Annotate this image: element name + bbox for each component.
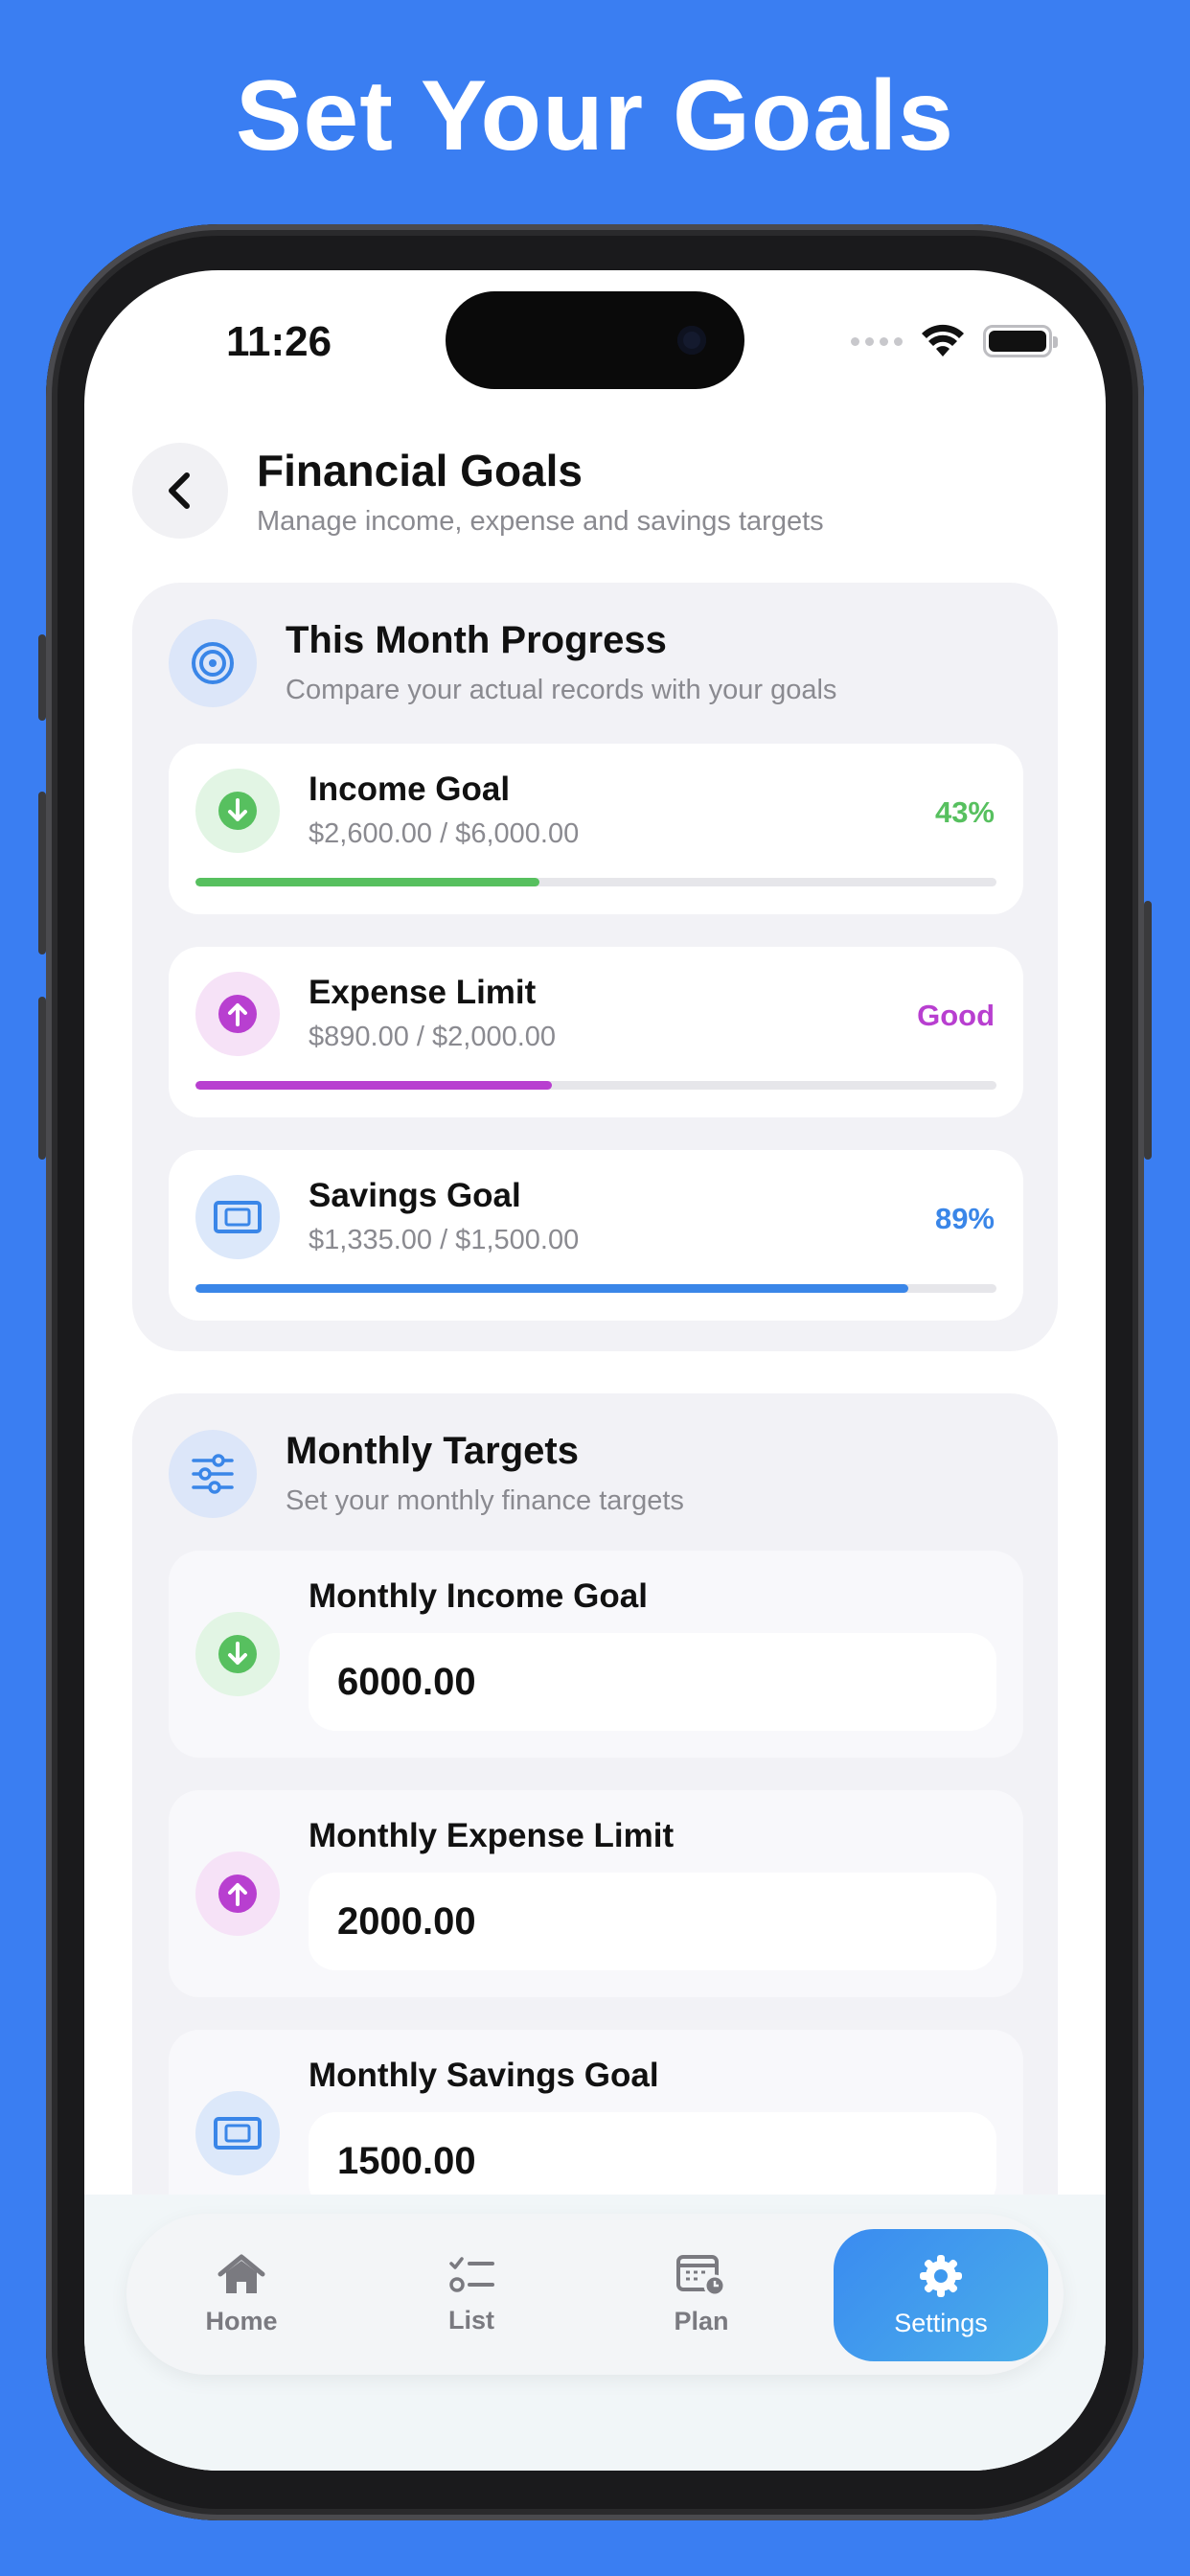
- income-arrow-down-icon: [195, 769, 280, 853]
- progress-bar-fill: [195, 878, 540, 886]
- target-icon: [169, 619, 257, 707]
- tab-home[interactable]: Home: [126, 2214, 356, 2375]
- back-button[interactable]: [132, 443, 228, 539]
- progress-item-savings: Savings Goal $1,335.00 / $1,500.00 89%: [169, 1150, 1023, 1321]
- progress-bar: [195, 878, 996, 886]
- progress-item-income: Income Goal $2,600.00 / $6,000.00 43%: [169, 744, 1023, 914]
- progress-item-status: Good: [917, 999, 995, 1032]
- tab-label: Settings: [894, 2308, 988, 2337]
- chevron-left-icon: [169, 472, 190, 509]
- tab-bar: Home List Plan Settings: [126, 2214, 1064, 2375]
- expense-arrow-up-icon: [195, 972, 280, 1056]
- progress-item-expense: Expense Limit $890.00 / $2,000.00 Good: [169, 947, 1023, 1117]
- progress-section: This Month Progress Compare your actual …: [132, 583, 1058, 1351]
- target-expense: Monthly Expense Limit: [169, 1790, 1023, 1997]
- tab-bar-area: Home List Plan Settings: [84, 2195, 1106, 2471]
- progress-bar-fill: [195, 1081, 553, 1090]
- target-label: Monthly Expense Limit: [309, 1817, 675, 1854]
- target-income: Monthly Income Goal: [169, 1551, 1023, 1758]
- tab-label: Plan: [674, 2306, 729, 2335]
- status-time: 11:26: [226, 318, 332, 365]
- volume-up-button: [38, 792, 46, 954]
- progress-bar: [195, 1081, 996, 1090]
- progress-item-name: Expense Limit: [309, 974, 537, 1011]
- tab-list[interactable]: List: [356, 2214, 586, 2375]
- gear-icon: [920, 2254, 962, 2297]
- target-label: Monthly Income Goal: [309, 1577, 648, 1615]
- checklist-icon: [449, 2256, 494, 2292]
- progress-bar-fill: [195, 1284, 909, 1293]
- progress-bar: [195, 1284, 996, 1293]
- targets-section: Monthly Targets Set your monthly finance…: [132, 1393, 1058, 2256]
- target-label: Monthly Savings Goal: [309, 2057, 659, 2094]
- cellular-signal-icon: [851, 336, 903, 346]
- banknote-icon: [195, 1175, 280, 1259]
- progress-item-name: Savings Goal: [309, 1177, 521, 1214]
- progress-item-name: Income Goal: [309, 770, 511, 808]
- progress-item-amount: $890.00 / $2,000.00: [309, 1022, 557, 1052]
- page-subtitle: Manage income, expense and savings targe…: [257, 506, 824, 537]
- progress-title: This Month Progress: [286, 619, 667, 661]
- progress-item-status: 43%: [934, 795, 995, 829]
- targets-subtitle: Set your monthly finance targets: [286, 1485, 684, 1516]
- calendar-clock-icon: [676, 2254, 726, 2296]
- progress-subtitle: Compare your actual records with your go…: [286, 675, 837, 705]
- tab-settings[interactable]: Settings: [834, 2229, 1048, 2361]
- tab-plan[interactable]: Plan: [586, 2214, 816, 2375]
- tab-label: List: [447, 2305, 494, 2334]
- sliders-icon: [169, 1430, 257, 1518]
- progress-item-amount: $1,335.00 / $1,500.00: [309, 1225, 580, 1255]
- wifi-icon: [922, 324, 964, 356]
- home-icon: [217, 2254, 265, 2293]
- power-button: [1144, 901, 1152, 1160]
- silent-switch: [38, 634, 46, 721]
- phone-screen: 11:26 Financial Goals Manage income, exp…: [84, 270, 1106, 2471]
- tab-label: Home: [205, 2306, 278, 2335]
- battery-icon: [983, 325, 1058, 357]
- progress-item-status: 89%: [934, 1202, 995, 1235]
- progress-item-amount: $2,600.00 / $6,000.00: [309, 818, 580, 849]
- volume-down-button: [38, 997, 46, 1160]
- monthly-income-goal-input[interactable]: [309, 1633, 996, 1731]
- page-title: Financial Goals: [257, 446, 583, 495]
- dynamic-island: [446, 291, 744, 389]
- banknote-icon: [195, 2091, 280, 2175]
- monthly-expense-limit-input[interactable]: [309, 1873, 996, 1970]
- status-icons: [851, 324, 1058, 358]
- headline: Set Your Goals: [236, 60, 954, 172]
- targets-title: Monthly Targets: [286, 1430, 579, 1472]
- income-arrow-down-icon: [195, 1612, 280, 1696]
- expense-arrow-up-icon: [195, 1852, 280, 1936]
